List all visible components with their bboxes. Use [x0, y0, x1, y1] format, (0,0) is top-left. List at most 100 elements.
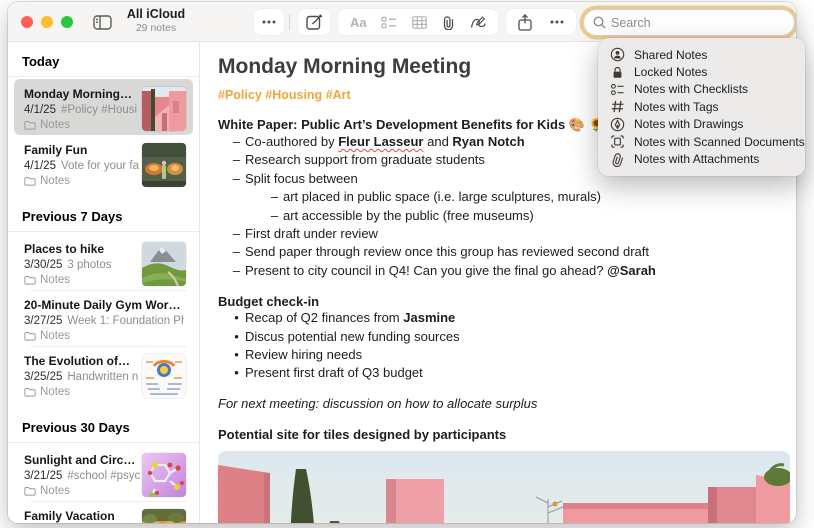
- toolbar-divider: [289, 14, 290, 30]
- note-row-family-fun[interactable]: Family Fun 4/1/25 Vote for your fa Notes: [14, 135, 193, 191]
- more-icon: [262, 20, 276, 24]
- folder-title: All iCloud 29 notes: [116, 7, 196, 34]
- note-row-folder: Notes: [40, 175, 70, 187]
- more-options-button[interactable]: [550, 20, 564, 24]
- table-button[interactable]: [412, 16, 427, 29]
- folder-icon: [24, 387, 36, 397]
- toggle-sidebar-button[interactable]: [90, 9, 114, 35]
- note-row-preview: 3 photos: [67, 259, 111, 271]
- note-row-sunlight[interactable]: Sunlight and Circ… 3/21/25#school #psyc …: [14, 445, 193, 501]
- note-thumbnail-oranges: [142, 509, 186, 523]
- list-item: •Present first draft of Q3 budget: [228, 364, 796, 382]
- budget-heading: Budget check-in: [218, 294, 796, 309]
- list-item: –Present to city council in Q4! Can you …: [228, 262, 796, 280]
- note-row-monday-morning[interactable]: Monday Morning… 4/1/25 #Policy #Housi Not…: [14, 79, 193, 135]
- list-options-button[interactable]: [254, 9, 284, 35]
- photo-heading: Potential site for tiles designed by par…: [218, 427, 796, 442]
- folder-icon: [24, 275, 36, 285]
- note-row-evolution[interactable]: The Evolution of… 3/25/25Handwritten n N…: [14, 346, 193, 402]
- folder-icon: [24, 176, 36, 186]
- menu-item-notes-with-checklists[interactable]: Notes with Checklists: [598, 81, 805, 98]
- list-item: •Review hiring needs: [228, 346, 796, 364]
- note-row-folder: Notes: [40, 485, 70, 497]
- note-row-folder: Notes: [40, 330, 70, 342]
- note-row-folder: Notes: [40, 274, 70, 286]
- note-row-title: 20-Minute Daily Gym Wor…: [24, 298, 184, 312]
- share-group: [506, 9, 576, 35]
- zoom-window-button[interactable]: [61, 16, 73, 28]
- paperclip-icon: [610, 152, 625, 167]
- checklist-icon: [610, 82, 625, 97]
- note-row-title: Sunlight and Circ…: [24, 453, 142, 467]
- section-header-prev-30-days: Previous 30 Days: [8, 408, 199, 443]
- scan-document-icon: [610, 134, 625, 149]
- note-row-family-vacation[interactable]: Family Vacation: [14, 501, 193, 523]
- mention-ryan: Ryan Notch: [452, 134, 524, 149]
- folder-icon: [24, 331, 36, 341]
- folder-icon: [24, 486, 36, 496]
- section-header-prev-7-days: Previous 7 Days: [8, 197, 199, 232]
- tag-hash-icon: [610, 99, 625, 114]
- new-note-button[interactable]: [298, 9, 330, 35]
- lock-icon: [610, 65, 625, 80]
- menu-item-locked-notes[interactable]: Locked Notes: [598, 63, 805, 80]
- sidebar-icon: [93, 15, 112, 30]
- markup-button[interactable]: [470, 15, 486, 30]
- note-row-date: 4/1/25: [24, 104, 56, 116]
- section-header-today: Today: [8, 42, 199, 77]
- mention-jasmine: Jasmine: [403, 310, 455, 325]
- mention-sarah[interactable]: @Sarah: [607, 263, 656, 278]
- list-item-nested: –art accessible by the public (free muse…: [266, 207, 796, 225]
- checklist-button[interactable]: [381, 16, 397, 29]
- note-row-gym-workout[interactable]: 20-Minute Daily Gym Wor… 3/27/25 Week 1: …: [14, 290, 193, 346]
- menu-item-notes-with-drawings[interactable]: Notes with Drawings: [598, 116, 805, 133]
- menu-item-notes-with-scanned-documents[interactable]: Notes with Scanned Documents: [598, 133, 805, 150]
- note-row-preview: #school #psyc: [67, 470, 140, 482]
- note-row-title: Places to hike: [24, 242, 142, 256]
- close-window-button[interactable]: [21, 16, 33, 28]
- list-item: –Send paper through review once this gro…: [228, 243, 796, 261]
- note-row-preview: Week 1: Foundation Pha: [67, 315, 184, 327]
- note-thumbnail-family-fun: [142, 143, 186, 187]
- note-row-title: Family Vacation: [24, 509, 142, 523]
- note-thumbnail-hike: [142, 242, 186, 286]
- shared-notes-icon: [610, 47, 625, 62]
- note-row-preview: Vote for your fa: [61, 160, 139, 172]
- note-row-date: 3/27/25: [24, 315, 62, 327]
- note-thumbnail-pink-building: [142, 87, 186, 131]
- toolbar: All iCloud 29 notes Aa: [8, 2, 796, 42]
- note-row-date: 3/30/25: [24, 259, 62, 271]
- folder-icon: [24, 120, 36, 130]
- list-item: •Discus potential new funding sources: [228, 328, 796, 346]
- share-button[interactable]: [518, 14, 532, 31]
- search-field[interactable]: [583, 9, 795, 36]
- traffic-lights: [21, 16, 73, 28]
- compose-icon: [306, 14, 323, 31]
- menu-item-shared-notes[interactable]: Shared Notes: [598, 46, 805, 63]
- attached-photo-pink-building[interactable]: [218, 451, 790, 523]
- attach-button[interactable]: [441, 15, 455, 30]
- note-row-date: 3/21/25: [24, 470, 62, 482]
- drawing-icon: [610, 117, 625, 132]
- note-row-places-to-hike[interactable]: Places to hike 3/30/25 3 photos Notes: [14, 234, 193, 290]
- note-list: Today Monday Morning… 4/1/25 #Policy #Hou…: [8, 42, 200, 523]
- note-row-preview: Handwritten n: [67, 371, 138, 383]
- note-row-date: 3/25/25: [24, 371, 62, 383]
- list-item: •Recap of Q2 finances from Jasmine: [228, 309, 796, 327]
- search-input[interactable]: [611, 16, 761, 30]
- list-item-nested: –art placed in public space (i.e. large …: [266, 188, 796, 206]
- note-row-title: Family Fun: [24, 143, 142, 157]
- note-row-preview: #Policy #Housi: [61, 104, 137, 116]
- search-filter-menu: Shared Notes Locked Notes Notes with Che…: [598, 38, 805, 176]
- note-row-title: Monday Morning…: [24, 87, 142, 101]
- note-row-date: 4/1/25: [24, 160, 56, 172]
- note-row-folder: Notes: [40, 119, 70, 131]
- list-item: –First draft under review: [228, 225, 796, 243]
- note-count: 29 notes: [116, 22, 196, 34]
- note-thumbnail-handwritten: [142, 354, 186, 398]
- minimize-window-button[interactable]: [41, 16, 53, 28]
- format-text-button[interactable]: Aa: [350, 15, 367, 30]
- next-meeting-note: For next meeting: discussion on how to a…: [218, 396, 796, 411]
- menu-item-notes-with-tags[interactable]: Notes with Tags: [598, 98, 805, 115]
- menu-item-notes-with-attachments[interactable]: Notes with Attachments: [598, 150, 805, 167]
